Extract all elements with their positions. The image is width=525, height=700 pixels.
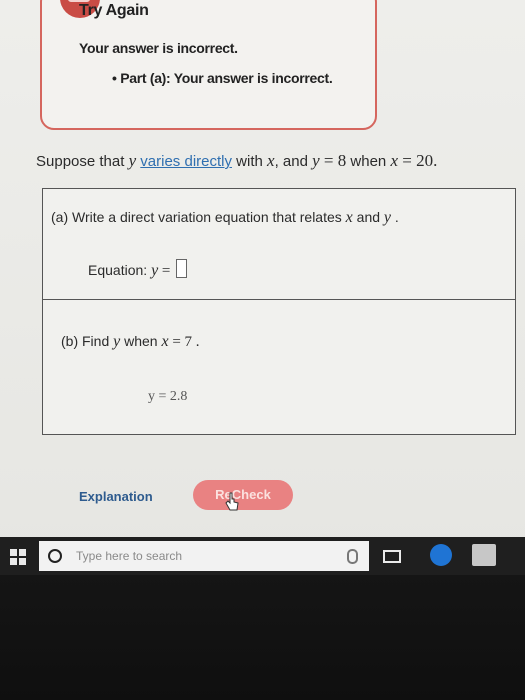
math-var-x: x	[345, 209, 353, 226]
explanation-button[interactable]: Explanation	[79, 489, 153, 504]
search-placeholder: Type here to search	[76, 549, 183, 563]
task-view-icon[interactable]	[383, 550, 401, 563]
question-panel: (a) Write a direct variation equation th…	[42, 188, 516, 435]
part-b-prompt-text: (b) Find	[61, 333, 114, 349]
part-a-prompt: (a) Write a direct variation equation th…	[51, 209, 399, 227]
try-again-title: Try Again	[79, 2, 149, 19]
problem-text: when	[346, 153, 391, 170]
math-var-y: y	[383, 209, 392, 226]
part-b-answer: y = 2.8	[148, 389, 188, 404]
hand-cursor-icon	[225, 492, 239, 511]
bullet: •	[112, 70, 117, 86]
math-value: = 20.	[397, 151, 438, 170]
part-a-feedback: • Part (a): Your answer is incorrect.	[112, 70, 333, 86]
incorrect-message: Your answer is incorrect.	[79, 40, 238, 56]
problem-text: with	[232, 153, 268, 170]
edge-browser-icon[interactable]	[430, 544, 452, 566]
part-a-section: (a) Write a direct variation equation th…	[43, 189, 515, 300]
equation-row: Equation: y =	[88, 259, 188, 280]
windows-start-icon[interactable]	[10, 549, 26, 565]
equals-sign: =	[158, 263, 175, 279]
equation-answer-input[interactable]	[176, 259, 188, 278]
math-var-y: y	[128, 151, 137, 170]
cortana-circle-icon	[48, 549, 62, 563]
math-value: = 8	[319, 151, 347, 170]
part-b-prompt: (b) Find y when x = 7 .	[61, 333, 200, 351]
part-b-prompt-text: when	[120, 333, 162, 349]
math-value: = 7 .	[168, 334, 200, 350]
math-var-x: x	[267, 151, 275, 170]
windows-taskbar: Type here to search	[0, 537, 525, 575]
monitor-bezel	[0, 575, 525, 700]
store-icon[interactable]	[472, 544, 496, 566]
varies-directly-link[interactable]: varies directly	[140, 153, 232, 170]
part-a-prompt-text: (a) Write a direct variation equation th…	[51, 209, 346, 225]
equation-label: Equation:	[88, 262, 152, 278]
part-a-feedback-text: Part (a): Your answer is incorrect.	[120, 70, 333, 86]
math-var-x: x	[390, 151, 398, 170]
part-a-prompt-text: .	[391, 209, 399, 225]
browser-page: Try Again Your answer is incorrect. • Pa…	[0, 0, 525, 575]
taskbar-search-box[interactable]: Type here to search	[39, 541, 369, 571]
microphone-icon[interactable]	[347, 549, 358, 564]
problem-statement: Suppose that y varies directly with x, a…	[36, 151, 437, 171]
math-var-y: y	[312, 151, 320, 170]
problem-text: , and	[274, 153, 313, 170]
part-b-section: (b) Find y when x = 7 . y = 2.8	[43, 300, 515, 434]
part-a-prompt-text: and	[352, 209, 384, 225]
problem-text: Suppose that	[36, 153, 129, 170]
math-var-x: x	[161, 333, 169, 350]
recheck-button[interactable]: ReCheck	[193, 480, 293, 510]
